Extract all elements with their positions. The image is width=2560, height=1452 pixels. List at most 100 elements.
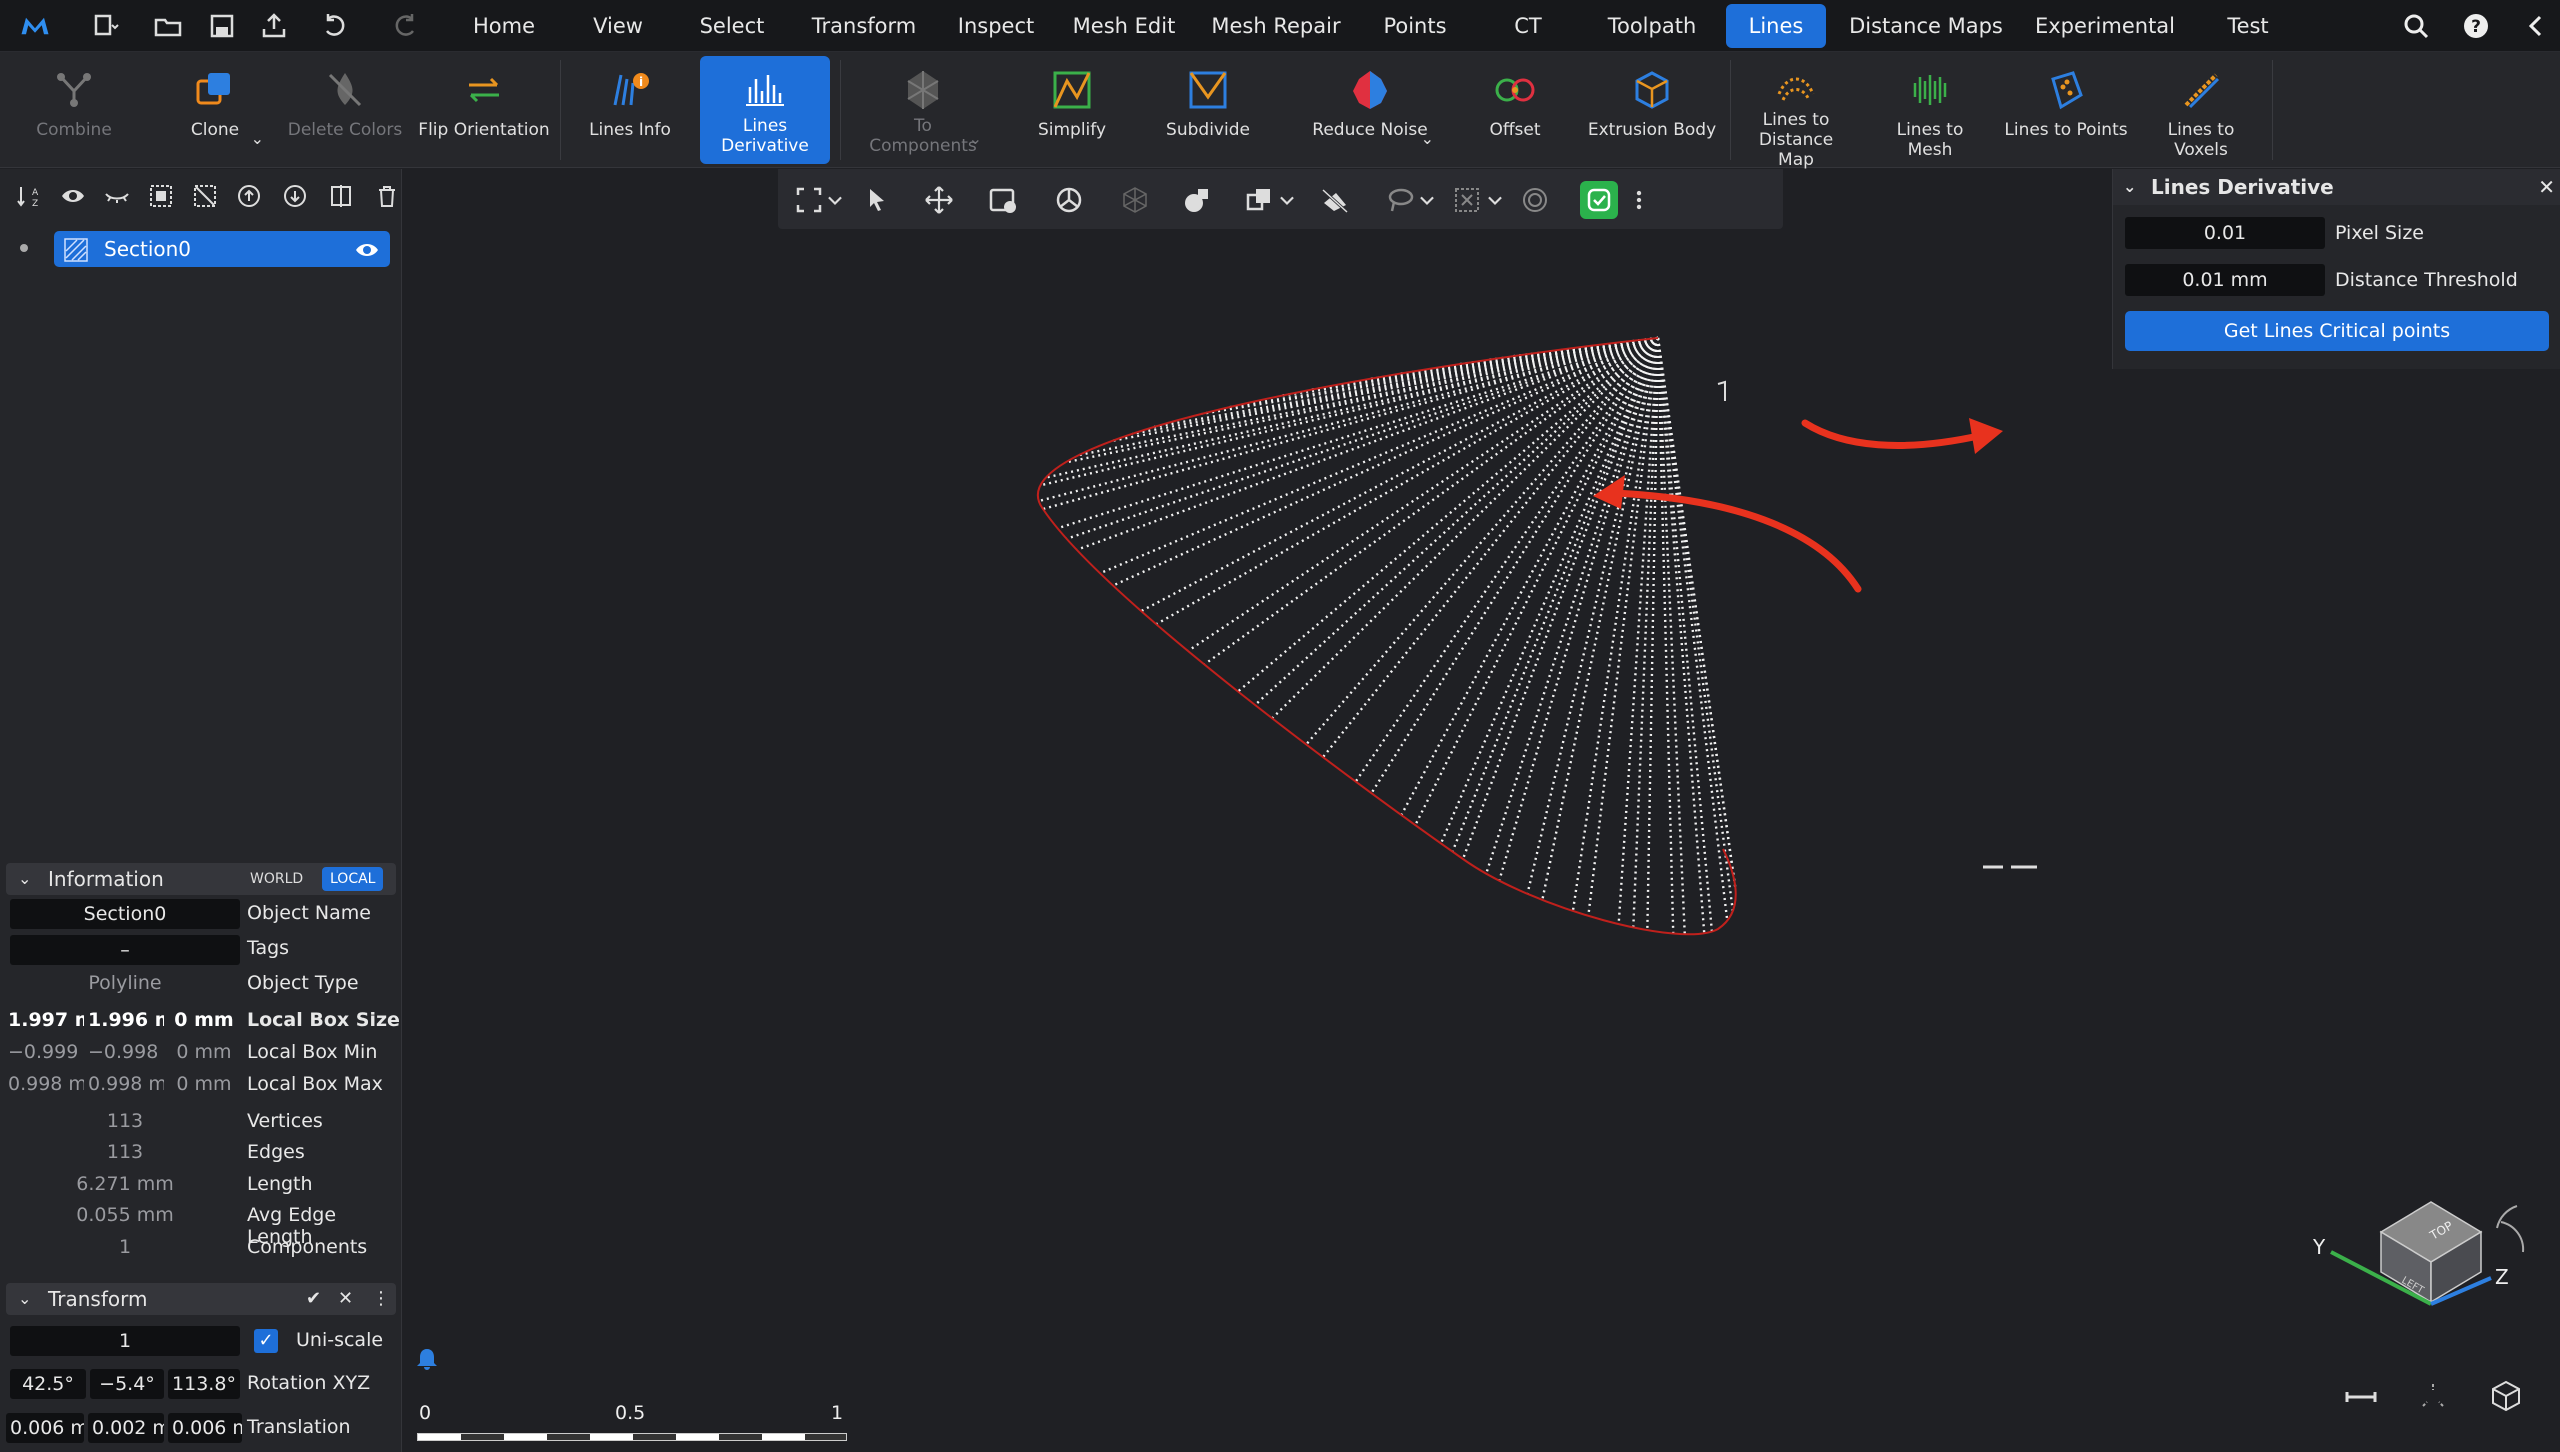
tab-transform[interactable]: Transform xyxy=(806,4,922,48)
extrusion-body-button[interactable]: Extrusion Body xyxy=(1584,56,1720,164)
get-critical-points-button[interactable]: Get Lines Critical points xyxy=(2125,311,2549,351)
tab-mesh-repair[interactable]: Mesh Repair xyxy=(1206,4,1346,48)
notification-bell-icon[interactable] xyxy=(413,1345,441,1373)
object-name-field[interactable]: Section0 xyxy=(10,899,240,929)
move-down-icon[interactable] xyxy=(278,179,312,213)
apply-check-icon[interactable]: ✔ xyxy=(306,1283,321,1315)
tab-test[interactable]: Test xyxy=(2206,4,2290,48)
tab-distance-maps[interactable]: Distance Maps xyxy=(1846,4,2006,48)
more-dots-icon[interactable]: ⋮ xyxy=(372,1283,390,1315)
save-icon[interactable] xyxy=(204,8,240,44)
uniscale-checkbox[interactable]: ✓ xyxy=(254,1329,278,1353)
tab-points[interactable]: Points xyxy=(1372,4,1458,48)
close-icon[interactable]: ✕ xyxy=(2538,169,2555,205)
select-all-icon[interactable] xyxy=(144,179,178,213)
chevron-down-icon[interactable]: ⌄ xyxy=(1421,129,1434,148)
new-file-icon[interactable] xyxy=(78,8,132,44)
tab-inspect[interactable]: Inspect xyxy=(950,4,1042,48)
lines-to-voxels-button[interactable]: Lines to Voxels xyxy=(2142,56,2260,164)
view-cube[interactable]: TOP LEFT Y Z xyxy=(2291,1192,2541,1322)
simplify-button[interactable]: Simplify xyxy=(1024,56,1120,164)
ruler-icon[interactable] xyxy=(2343,1382,2379,1412)
flip-panel-icon[interactable] xyxy=(324,179,358,213)
app-logo-icon[interactable] xyxy=(10,8,60,44)
chevron-down-icon[interactable] xyxy=(822,181,848,219)
scale-field[interactable]: 1 xyxy=(10,1326,240,1356)
rotation-z-field[interactable]: 113.8° xyxy=(168,1369,240,1399)
tab-toolpath[interactable]: Toolpath xyxy=(1594,4,1710,48)
subdivide-button[interactable]: Subdivide xyxy=(1156,56,1260,164)
distance-threshold-input[interactable]: 0.01 mm xyxy=(2125,264,2325,296)
box-min-y: −0.998 m xyxy=(88,1041,164,1063)
more-dots-icon[interactable] xyxy=(1626,181,1652,219)
tab-select[interactable]: Select xyxy=(690,4,774,48)
lines-info-button[interactable]: i Lines Info xyxy=(580,56,680,164)
rotation-x-field[interactable]: 42.5° xyxy=(10,1369,86,1399)
annotation-arrowhead-panel xyxy=(1969,418,2003,454)
tab-ct[interactable]: CT xyxy=(1498,4,1558,48)
tab-view[interactable]: View xyxy=(580,4,656,48)
length-label: Length xyxy=(247,1173,313,1195)
to-components-button: To Components ⌄ xyxy=(858,56,988,164)
shapes-icon[interactable] xyxy=(1178,181,1216,219)
lines-to-points-label: Lines to Points xyxy=(2004,120,2128,140)
components-value: 1 xyxy=(118,1236,132,1258)
hide-faces-icon[interactable] xyxy=(1316,181,1354,219)
scene-tree-item[interactable]: Section0 xyxy=(54,231,390,267)
information-header[interactable]: ⌄ Information WORLD LOCAL xyxy=(6,863,396,895)
chevron-down-icon[interactable] xyxy=(1274,181,1300,219)
tab-lines[interactable]: Lines xyxy=(1726,4,1826,48)
collapse-chevron-icon[interactable] xyxy=(2520,8,2552,44)
rotate-cw-icon[interactable] xyxy=(2500,1221,2525,1253)
perspective-icon[interactable] xyxy=(2417,1380,2449,1412)
lines-derivative-button[interactable]: Lines Derivative xyxy=(700,56,830,164)
chevron-down-icon[interactable] xyxy=(1482,181,1508,219)
export-icon[interactable] xyxy=(256,8,292,44)
transform-title: Transform xyxy=(48,1287,148,1311)
lines-to-distance-map-button[interactable]: Lines to Distance Map xyxy=(1740,56,1852,170)
reset-x-icon[interactable]: ✕ xyxy=(338,1283,353,1315)
paint-select-icon[interactable] xyxy=(984,181,1022,219)
tags-field[interactable]: – xyxy=(10,935,240,965)
pixel-size-input[interactable]: 0.01 xyxy=(2125,217,2325,249)
translation-x-field[interactable]: 0.006 mm xyxy=(6,1413,84,1443)
move-up-icon[interactable] xyxy=(232,179,266,213)
clone-button[interactable]: Clone ⌄ xyxy=(160,56,270,164)
local-toggle[interactable]: LOCAL xyxy=(322,867,384,891)
help-icon[interactable]: ? xyxy=(2458,8,2494,44)
flip-orientation-button[interactable]: Flip Orientation xyxy=(418,56,550,164)
svg-text:Z: Z xyxy=(32,199,38,209)
move-icon[interactable] xyxy=(920,181,958,219)
translation-y-field[interactable]: 0.002 mm xyxy=(88,1413,164,1443)
transform-header[interactable]: ⌄ Transform ✔ ✕ ⋮ xyxy=(6,1283,396,1315)
trash-icon[interactable] xyxy=(370,179,404,213)
lines-to-points-button[interactable]: Lines to Points xyxy=(2004,56,2128,164)
search-icon[interactable] xyxy=(2398,8,2434,44)
tab-experimental[interactable]: Experimental xyxy=(2030,4,2180,48)
chevron-down-icon[interactable]: ⌄ xyxy=(2123,169,2136,205)
pointer-icon[interactable] xyxy=(858,181,896,219)
open-folder-icon[interactable] xyxy=(150,8,186,44)
duplicate-view-icon[interactable] xyxy=(1240,181,1278,219)
cube-view-icon[interactable] xyxy=(2489,1379,2523,1413)
hide-icon[interactable] xyxy=(100,179,134,213)
vertices-value: 113 xyxy=(106,1110,144,1132)
undo-icon[interactable] xyxy=(310,8,360,44)
chevron-down-icon[interactable]: ⌄ xyxy=(251,129,264,148)
orbit-icon[interactable] xyxy=(1050,181,1088,219)
rotation-y-field[interactable]: −5.4° xyxy=(90,1369,164,1399)
chevron-down-icon[interactable] xyxy=(1414,181,1440,219)
tab-mesh-edit[interactable]: Mesh Edit xyxy=(1068,4,1180,48)
sort-icon[interactable]: AZ xyxy=(12,179,46,213)
deselect-icon[interactable] xyxy=(188,179,222,213)
tab-home[interactable]: Home xyxy=(460,4,548,48)
world-toggle[interactable]: WORLD xyxy=(244,867,309,891)
reduce-noise-button[interactable]: Reduce Noise ⌄ xyxy=(1300,56,1440,164)
show-icon[interactable] xyxy=(56,179,90,213)
visibility-eye-icon[interactable] xyxy=(354,237,380,261)
offset-button[interactable]: Offset xyxy=(1470,56,1560,164)
confirm-check-icon[interactable] xyxy=(1580,181,1618,219)
viewport-toolbar xyxy=(778,169,1783,229)
lines-to-mesh-button[interactable]: Lines to Mesh xyxy=(1874,56,1986,164)
translation-z-field[interactable]: 0.006 mm xyxy=(168,1413,242,1443)
